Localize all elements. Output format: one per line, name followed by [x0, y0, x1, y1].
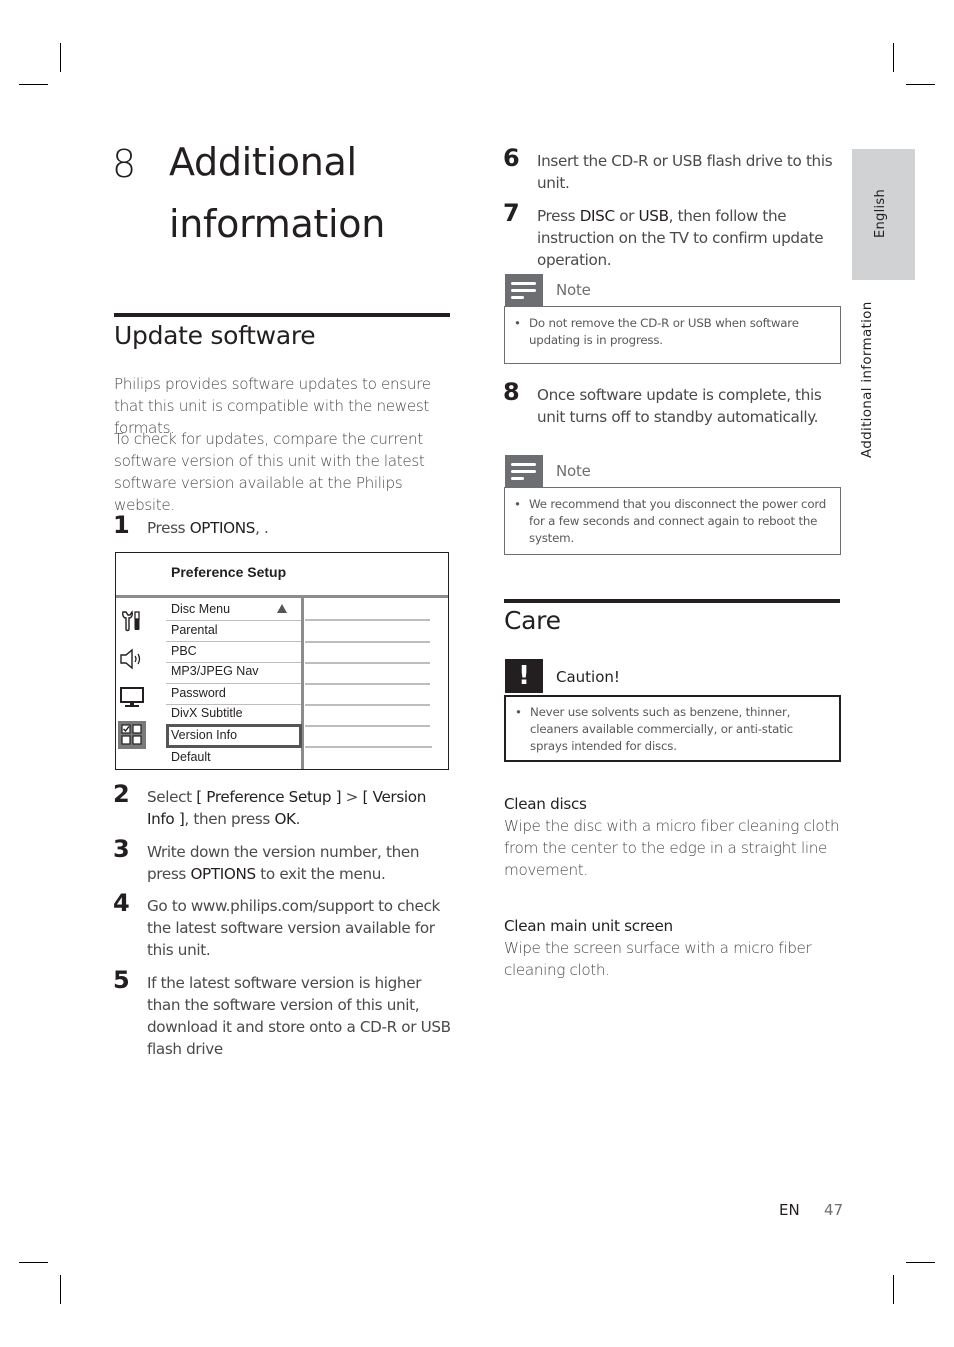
- step-text: Insert the CD-R or USB flash drive to th…: [537, 152, 833, 192]
- step-text: Select [ Preference Setup ] > [ Version …: [147, 788, 426, 828]
- page-number: 47: [824, 1201, 844, 1219]
- step-5: 5 If the latest software version is high…: [113, 968, 458, 1060]
- note-box: • Do not remove the CD-R or USB when sof…: [504, 306, 841, 364]
- menu-title: Preference Setup: [171, 564, 287, 580]
- clean-screen-text: Wipe the screen surface with a micro fib…: [504, 939, 812, 979]
- clean-discs-text: Wipe the disc with a micro fiber cleanin…: [504, 817, 840, 879]
- step-number: 8: [503, 378, 520, 406]
- step-8: 8 Once software update is complete, this…: [503, 380, 843, 428]
- menu-item-default[interactable]: Default: [166, 747, 301, 768]
- step-6: 6 Insert the CD-R or USB flash drive to …: [503, 146, 843, 194]
- caution-label: Caution!: [556, 668, 620, 686]
- care-heading: Care: [504, 606, 561, 635]
- crop-mark: [893, 1275, 895, 1304]
- note-icon: [505, 455, 543, 487]
- step-text: Go to www.philips.com/support to check t…: [147, 897, 440, 959]
- menu-item-pbc[interactable]: PBC: [166, 641, 301, 662]
- step-2: 2 Select [ Preference Setup ] > [ Versio…: [113, 782, 453, 830]
- step-text: Once software update is complete, this u…: [537, 386, 822, 426]
- menu-divider: [116, 595, 448, 598]
- menu-value-line: [305, 619, 430, 621]
- crop-mark: [60, 43, 62, 72]
- preference-setup-menu: Preference Setup Disc Menu Parental PBC …: [115, 552, 449, 770]
- step-4: 4 Go to www.philips.com/support to check…: [113, 891, 458, 961]
- step-text: Press OPTIONS, .: [147, 519, 269, 537]
- step-number: 7: [503, 199, 520, 227]
- note-label: Note: [556, 462, 591, 480]
- menu-item-disc-menu[interactable]: Disc Menu: [166, 599, 301, 620]
- chapter-number: 8: [112, 142, 136, 186]
- section-rule: [114, 313, 450, 317]
- audio-setup-icon[interactable]: [118, 645, 146, 673]
- caution-text: Never use solvents such as benzene, thin…: [530, 705, 793, 753]
- menu-item-password[interactable]: Password: [166, 683, 301, 704]
- caution-box: • Never use solvents such as benzene, th…: [504, 695, 841, 762]
- footer-language: EN: [779, 1201, 800, 1219]
- step-number: 3: [113, 835, 130, 863]
- step-number: 4: [113, 889, 130, 917]
- clean-discs-block: Clean discs Wipe the disc with a micro f…: [504, 793, 844, 881]
- video-setup-icon[interactable]: [118, 683, 146, 711]
- menu-value-line: [305, 662, 430, 664]
- caution-exclamation-icon: !: [505, 659, 543, 693]
- crop-mark: [60, 1275, 62, 1304]
- section-tab-label: Additional information: [859, 301, 875, 458]
- step-number: 6: [503, 144, 520, 172]
- menu-value-line: [305, 704, 430, 706]
- menu-item-divx-subtitle[interactable]: DivX Subtitle: [166, 703, 301, 724]
- section-rule: [504, 599, 840, 603]
- crop-mark: [893, 43, 895, 72]
- bullet: •: [514, 497, 521, 511]
- language-tab-label: English: [873, 188, 888, 238]
- step-number: 2: [113, 780, 130, 808]
- step-number: 1: [113, 511, 130, 539]
- menu-value-line: [305, 683, 430, 685]
- menu-value-line: [305, 725, 430, 727]
- general-setup-icon[interactable]: [118, 607, 146, 635]
- step-text: Write down the version number, then pres…: [147, 843, 420, 883]
- step-text: Press DISC or USB, then follow the instr…: [537, 207, 824, 269]
- step-3: 3 Write down the version number, then pr…: [113, 837, 453, 885]
- step-1: 1 Press OPTIONS, .: [113, 513, 453, 539]
- crop-mark: [19, 1262, 48, 1264]
- chapter-title: Additional information: [169, 131, 385, 255]
- clean-screen-block: Clean main unit screen Wipe the screen s…: [504, 915, 824, 981]
- scroll-up-arrow-icon[interactable]: [277, 604, 287, 613]
- note-header: Note: [505, 274, 591, 306]
- caution-header: ! Caution!: [505, 659, 620, 693]
- step-number: 5: [113, 966, 130, 994]
- bullet: •: [514, 316, 521, 330]
- note-icon: [505, 274, 543, 306]
- note-text: We recommend that you disconnect the pow…: [529, 497, 827, 545]
- preference-setup-icon[interactable]: [118, 721, 146, 749]
- note-header: Note: [505, 455, 591, 487]
- chapter-title-line2: information: [169, 202, 386, 246]
- menu-item-parental[interactable]: Parental: [166, 620, 301, 641]
- crop-mark: [906, 84, 935, 86]
- crop-mark: [19, 84, 48, 86]
- chapter-title-line1: Additional: [169, 140, 357, 184]
- menu-item-mp3-jpeg-nav[interactable]: MP3/JPEG Nav: [166, 661, 301, 682]
- crop-mark: [906, 1262, 935, 1264]
- bullet: •: [515, 705, 522, 719]
- update-check-paragraph: To check for updates, compare the curren…: [114, 430, 425, 514]
- update-software-heading: Update software: [114, 321, 316, 350]
- clean-discs-title: Clean discs: [504, 795, 587, 813]
- step-text: If the latest software version is higher…: [147, 974, 451, 1058]
- menu-value-line: [305, 641, 430, 643]
- menu-item-version-info[interactable]: Version Info: [166, 724, 302, 748]
- menu-value-line: [305, 746, 432, 748]
- clean-screen-title: Clean main unit screen: [504, 917, 673, 935]
- note-text: Do not remove the CD-R or USB when softw…: [529, 316, 799, 347]
- step-7: 7 Press DISC or USB, then follow the ins…: [503, 201, 843, 271]
- note-label: Note: [556, 281, 591, 299]
- note-box: • We recommend that you disconnect the p…: [504, 487, 841, 555]
- language-tab[interactable]: English: [852, 149, 915, 280]
